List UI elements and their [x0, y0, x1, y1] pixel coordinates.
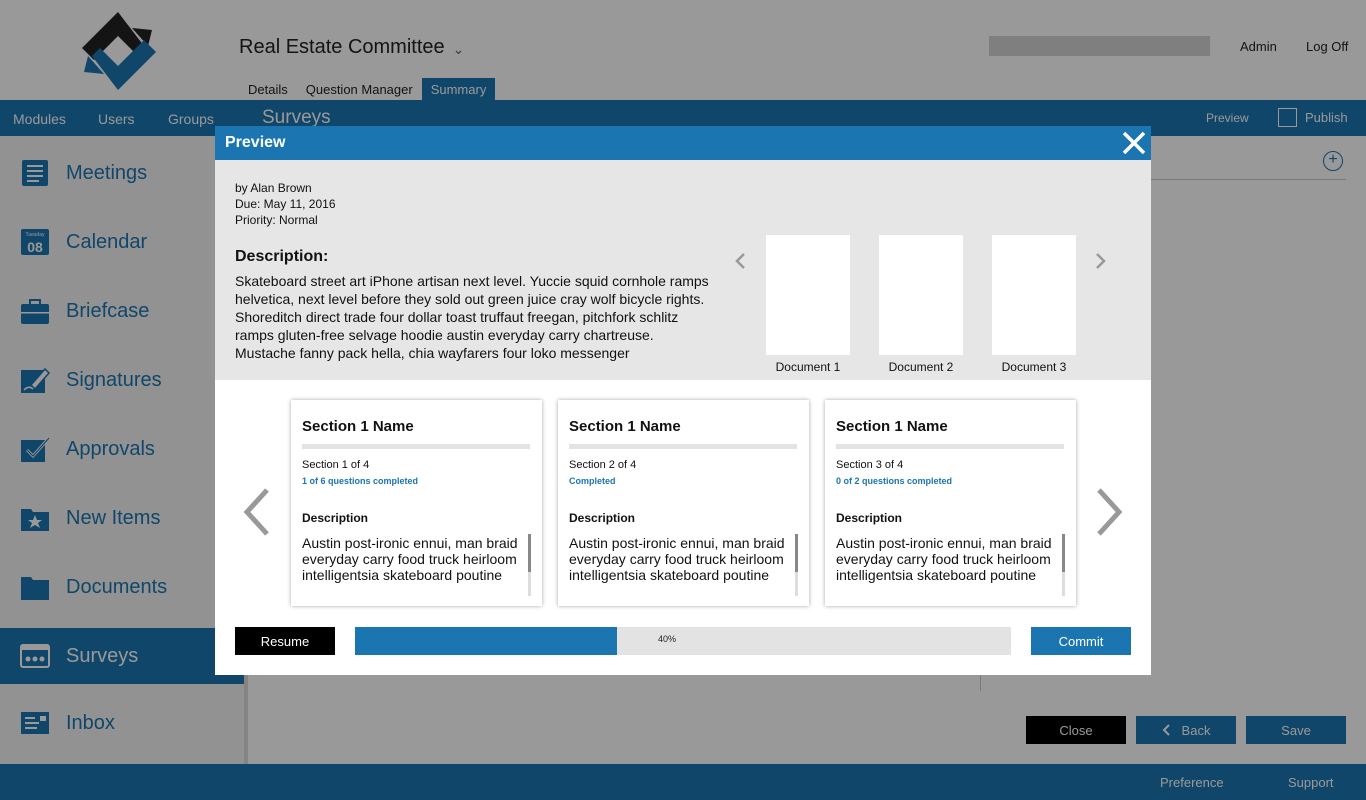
survey-author: by Alan Brown	[235, 181, 312, 195]
modal-title: Preview	[225, 134, 286, 151]
commit-button[interactable]: Commit	[1031, 627, 1131, 655]
scrollbar-thumb[interactable]	[528, 534, 531, 572]
section-description: Austin post-ironic ennui, man braid ever…	[836, 535, 1052, 583]
survey-info-panel: by Alan Brown Due: May 11, 2016 Priority…	[215, 160, 1151, 380]
document-preview	[766, 235, 850, 355]
sections-carousel: Section 1 Name Section 1 of 4 1 of 6 que…	[215, 380, 1151, 675]
section-title: Section 1 Name	[836, 418, 948, 435]
section-description-label: Description	[836, 511, 903, 525]
section-card[interactable]: Section 1 Name Section 2 of 4 Completed …	[558, 400, 809, 606]
survey-priority: Priority: Normal	[235, 213, 318, 227]
document-label: Document 2	[888, 360, 954, 374]
document-thumbnail[interactable]: Document 1	[766, 235, 850, 374]
section-status: Completed	[569, 476, 616, 486]
scrollbar-thumb[interactable]	[795, 534, 798, 572]
section-card[interactable]: Section 1 Name Section 1 of 4 1 of 6 que…	[291, 400, 542, 606]
progress-label: 40%	[657, 634, 676, 644]
survey-due-date: Due: May 11, 2016	[235, 197, 336, 211]
section-count: Section 2 of 4	[569, 459, 637, 471]
section-progress-bar	[302, 444, 530, 449]
section-description: Austin post-ironic ennui, man braid ever…	[569, 535, 785, 583]
section-progress-bar	[569, 444, 797, 449]
document-preview	[879, 235, 963, 355]
document-label: Document 3	[1001, 360, 1067, 374]
section-count: Section 1 of 4	[302, 459, 370, 471]
section-description-label: Description	[569, 511, 636, 525]
section-status: 0 of 2 questions completed	[836, 476, 953, 486]
section-card[interactable]: Section 1 Name Section 3 of 4 0 of 2 que…	[825, 400, 1076, 606]
document-thumbnail[interactable]: Document 3	[992, 235, 1076, 374]
description-heading: Description:	[235, 248, 329, 265]
survey-progress: 40%	[355, 627, 1011, 655]
document-thumbnail[interactable]: Document 2	[879, 235, 963, 374]
chevron-right-icon[interactable]	[1091, 484, 1127, 540]
chevron-right-icon[interactable]	[1093, 248, 1109, 274]
document-preview	[992, 235, 1076, 355]
close-icon[interactable]	[1121, 130, 1147, 156]
description-text: Skateboard street art iPhone artisan nex…	[235, 273, 709, 361]
survey-meta: by Alan Brown Due: May 11, 2016 Priority…	[235, 180, 336, 228]
scrollbar-thumb[interactable]	[1062, 534, 1065, 572]
document-label: Document 1	[775, 360, 841, 374]
section-description: Austin post-ironic ennui, man braid ever…	[302, 535, 518, 583]
modal-header: Preview	[215, 126, 1151, 160]
section-description-label: Description	[302, 511, 369, 525]
preview-modal: Preview by Alan Brown Due: May 11, 2016 …	[215, 126, 1151, 675]
section-title: Section 1 Name	[302, 418, 414, 435]
section-count: Section 3 of 4	[836, 459, 904, 471]
section-title: Section 1 Name	[569, 418, 681, 435]
chevron-left-icon[interactable]	[732, 248, 748, 274]
resume-button[interactable]: Resume	[235, 627, 335, 655]
chevron-left-icon[interactable]	[239, 484, 275, 540]
section-status: 1 of 6 questions completed	[302, 476, 419, 486]
section-progress-bar	[836, 444, 1064, 449]
